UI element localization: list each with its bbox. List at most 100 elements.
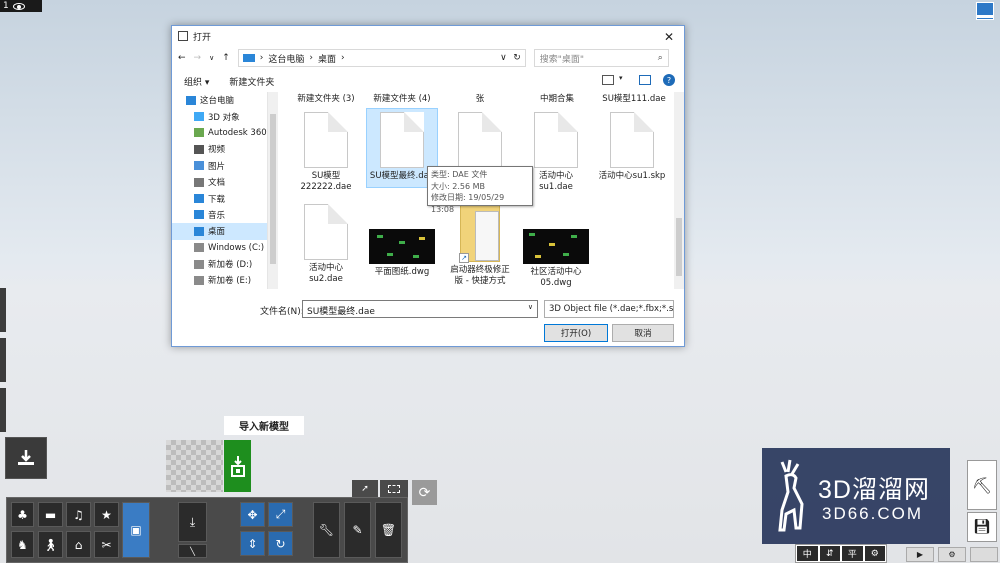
filetype-select[interactable]: 3D Object file (*.dae;*.fbx;*.s xyxy=(544,300,674,318)
tools-button[interactable]: ✂ xyxy=(94,531,119,558)
new-folder-button[interactable]: 新建文件夹 xyxy=(229,75,274,88)
nav-item[interactable]: 文档 xyxy=(172,174,267,190)
folder-zhang[interactable]: 张 xyxy=(476,92,485,104)
nav-item[interactable]: 新加卷 (E:) xyxy=(172,272,267,288)
nav-item[interactable]: 桌面 xyxy=(172,223,267,240)
nav-item[interactable]: 3D 对象 xyxy=(172,108,267,124)
cancel-button[interactable]: 取消 xyxy=(612,324,674,342)
side-tab[interactable] xyxy=(0,338,6,382)
options-button[interactable]: ⚙ xyxy=(938,547,966,562)
file-icon xyxy=(304,112,348,168)
file-item[interactable]: 活动中心su1.skp xyxy=(596,112,668,182)
close-icon[interactable]: ✕ xyxy=(664,30,674,44)
folder-new-3[interactable]: 新建文件夹 (3) xyxy=(297,92,354,104)
chevron-down-icon[interactable]: ∨ xyxy=(500,53,507,63)
forward-arrow-icon[interactable]: → xyxy=(194,53,202,63)
side-tab[interactable] xyxy=(0,388,6,432)
download-icon xyxy=(194,194,204,204)
file-su111[interactable]: SU模型111.dae xyxy=(602,92,665,104)
music-button[interactable]: ♫ xyxy=(66,502,91,527)
dialog-toolbar: 组织 ▾ 新建文件夹 ▾ ? xyxy=(172,70,684,92)
chevron-down-icon[interactable]: ▾ xyxy=(619,74,623,82)
wrench-button[interactable]: 🔧︎ xyxy=(313,502,340,558)
organize-button[interactable]: 组织 ▾ xyxy=(184,75,209,88)
file-item[interactable]: 社区活动中心 05.dwg xyxy=(520,229,592,289)
file-label: 活动中心 su1.dae xyxy=(538,171,573,192)
nav-item[interactable]: 新加卷 (D:) xyxy=(172,256,267,272)
vertical-move-button[interactable]: ⇕ xyxy=(240,531,265,556)
view-options-icon[interactable] xyxy=(602,75,614,85)
drive-icon xyxy=(194,259,204,269)
chevron-down-icon[interactable]: ∨ xyxy=(209,54,214,62)
file-item[interactable]: SU模型 222222.dae xyxy=(292,112,362,193)
file-item[interactable] xyxy=(444,112,516,171)
house-button[interactable]: ⌂ xyxy=(66,531,91,558)
open-file-dialog: 打开 ✕ ← → ∨ ↑ › 这台电脑 › 桌面 › ∨ ↻ 搜索"桌面" ⌕ … xyxy=(171,25,685,347)
nav-item[interactable]: 这台电脑 xyxy=(172,92,267,108)
nav-item[interactable]: 图片 xyxy=(172,158,267,174)
model-sub-button[interactable]: ╲ xyxy=(178,544,207,558)
nav-item[interactable]: 视频 xyxy=(172,141,267,157)
refresh-button[interactable]: ⟳ xyxy=(412,480,437,505)
view-mode-plan-button[interactable]: 平 xyxy=(842,546,863,561)
model-library-button[interactable]: ▣ xyxy=(122,502,150,558)
file-item[interactable]: ↗ 启动器终极修正 版 - 快捷方式 xyxy=(444,204,516,287)
breadcrumb-this-pc[interactable]: 这台电脑 xyxy=(268,52,304,65)
preview-pane-icon[interactable] xyxy=(639,75,651,85)
file-item[interactable]: 平面图纸.dwg xyxy=(366,229,438,278)
play-icon: ▶ xyxy=(916,550,924,559)
nav-item-label: 下载 xyxy=(208,194,226,205)
play-button[interactable]: ▶ xyxy=(906,547,934,562)
window-icon[interactable] xyxy=(976,2,994,20)
scale-button[interactable]: ⤢ xyxy=(268,502,293,527)
file-icon xyxy=(610,112,654,168)
model-preview-thumbnail[interactable] xyxy=(166,440,223,492)
delete-button[interactable]: 🗑︎ xyxy=(375,502,402,558)
view-mode-toggle-button[interactable]: ⇵ xyxy=(819,546,840,561)
address-bar[interactable]: › 这台电脑 › 桌面 › ∨ ↻ xyxy=(237,49,526,67)
view-indicator[interactable]: 1 xyxy=(0,0,42,12)
up-arrow-icon[interactable]: ↑ xyxy=(222,53,230,63)
nav-item[interactable]: 下载 xyxy=(172,190,267,206)
nav-item[interactable]: 音乐 xyxy=(172,207,267,223)
search-input[interactable]: 搜索"桌面" ⌕ xyxy=(533,49,669,67)
settings-button[interactable]: ⚙ xyxy=(864,546,885,561)
person-button[interactable]: 🚶︎ xyxy=(38,531,63,558)
color-button[interactable] xyxy=(970,547,998,562)
refresh-icon[interactable]: ↻ xyxy=(513,53,521,63)
filename-input[interactable]: SU模型最终.dae ∨ xyxy=(302,300,538,318)
folder-midterm[interactable]: 中期合集 xyxy=(540,92,574,104)
import-download-button[interactable] xyxy=(5,437,47,479)
file-scrollbar[interactable] xyxy=(674,92,684,289)
side-tab[interactable] xyxy=(0,288,6,332)
walk-mode-button[interactable]: ⛏ xyxy=(967,460,997,510)
filename-label: 文件名(N): xyxy=(260,307,304,317)
edit-button[interactable]: ✎ xyxy=(344,502,371,558)
rotate-button[interactable]: ↻ xyxy=(268,531,293,556)
file-item[interactable]: 活动中心 su2.dae xyxy=(292,204,362,285)
nav-item[interactable]: Windows (C:) xyxy=(172,240,267,256)
chevron-down-icon[interactable]: ∨ xyxy=(528,303,533,311)
pointer-tool-button[interactable]: ➚ xyxy=(352,480,378,497)
tooltip-size: 大小: 2.56 MB xyxy=(431,181,485,191)
view-mode-center-button[interactable]: 中 xyxy=(797,546,818,561)
open-button[interactable]: 打开(O) xyxy=(544,324,608,342)
chair-button[interactable]: ♞ xyxy=(11,531,34,558)
tree-button[interactable]: ♣ xyxy=(11,502,34,527)
folder-new-4[interactable]: 新建文件夹 (4) xyxy=(373,92,430,104)
watermark-url: 3D66.COM xyxy=(822,504,924,523)
help-icon[interactable]: ? xyxy=(663,74,675,86)
file-label: SU模型最终.dae xyxy=(369,171,435,181)
back-arrow-icon[interactable]: ← xyxy=(178,53,186,63)
wrench-icon: 🔧︎ xyxy=(318,523,335,537)
move-button[interactable]: ✥ xyxy=(240,502,265,527)
download-model-button[interactable]: ⤓ xyxy=(178,502,207,542)
breadcrumb-desktop[interactable]: 桌面 xyxy=(318,52,336,65)
import-new-model-button[interactable] xyxy=(224,440,251,492)
select-box-button[interactable] xyxy=(380,480,408,497)
car-button[interactable]: ▬ xyxy=(38,502,63,527)
save-button[interactable]: 💾︎ xyxy=(967,512,997,542)
effects-button[interactable]: ★ xyxy=(94,502,119,527)
nav-scrollbar[interactable] xyxy=(268,92,278,289)
nav-item[interactable]: Autodesk 360 xyxy=(172,125,267,141)
